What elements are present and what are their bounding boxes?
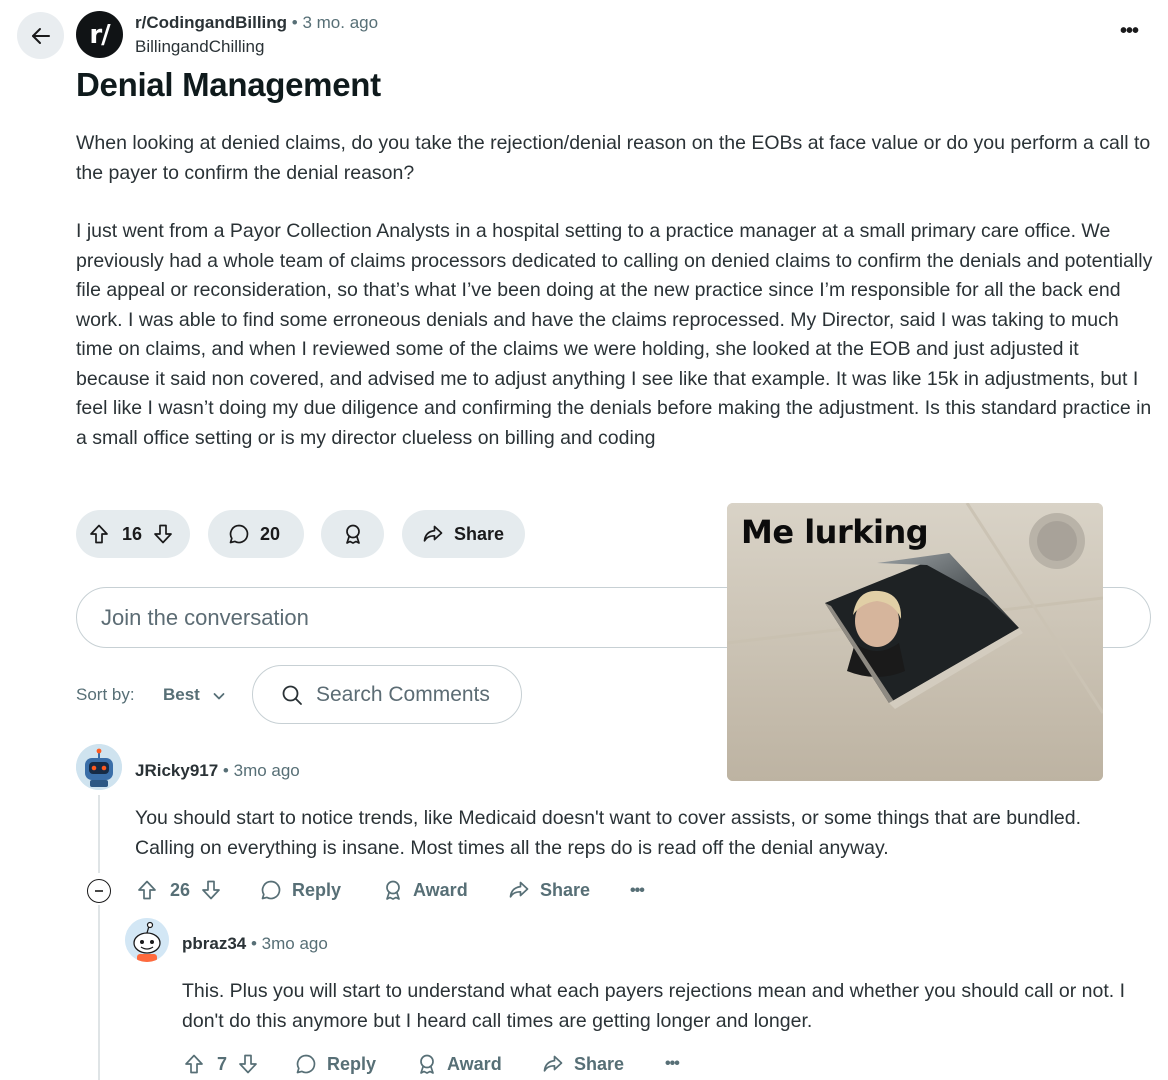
reply-label: Reply — [292, 879, 342, 900]
meme-image: Me lurking — [727, 503, 1103, 781]
comment-icon — [261, 880, 281, 900]
post-paragraph: I just went from a Payor Collection Anal… — [76, 220, 1153, 449]
meta-separator: • — [291, 13, 298, 32]
share-label: Share — [540, 879, 591, 900]
comment-time: 3mo ago — [233, 761, 300, 780]
avatar[interactable] — [125, 918, 169, 962]
comment-vote-group: 7 — [182, 1052, 260, 1076]
thread-line[interactable] — [98, 905, 100, 1080]
award-label: Award — [447, 1053, 502, 1074]
share-icon — [509, 881, 529, 898]
comment-vote-count: 7 — [217, 1053, 228, 1074]
more-icon[interactable]: ••• — [630, 882, 645, 900]
comment-author-name[interactable]: JRicky917 — [135, 761, 218, 780]
downvote-icon[interactable] — [236, 1052, 260, 1076]
reply-button[interactable]: Reply — [259, 878, 341, 902]
comment-body: You should start to notice trends, like … — [135, 807, 1082, 859]
meta-separator: • — [250, 934, 262, 953]
upvote-icon[interactable] — [182, 1052, 206, 1076]
reply-label: Reply — [327, 1053, 377, 1074]
sort-label: Sort by: — [76, 685, 135, 704]
post-paragraph: When looking at denied claims, do you ta… — [76, 132, 1151, 184]
award-icon — [386, 880, 400, 900]
sort-dropdown[interactable]: Best — [163, 685, 200, 705]
meme-caption: Me lurking — [741, 513, 929, 551]
share-button[interactable]: Share — [402, 510, 525, 558]
avatar[interactable] — [76, 744, 122, 790]
collapse-icon — [95, 890, 103, 892]
comment-time: 3mo ago — [261, 934, 328, 953]
search-icon — [282, 685, 302, 705]
share-icon — [423, 525, 443, 542]
comment-vote-count: 26 — [170, 879, 191, 900]
share-label: Share — [454, 523, 505, 544]
vote-count: 16 — [122, 523, 143, 544]
award-icon — [345, 524, 360, 544]
downvote-icon — [154, 524, 172, 544]
comment-body: This. Plus you will start to understand … — [182, 980, 1125, 1032]
reply-button[interactable]: Reply — [294, 1052, 376, 1076]
award-button[interactable]: Award — [381, 878, 468, 902]
comment-icon — [229, 524, 249, 544]
share-button[interactable]: Share — [507, 878, 590, 902]
meta-separator: • — [222, 761, 234, 780]
more-icon[interactable]: ••• — [665, 1055, 680, 1073]
comment-icon — [296, 1054, 316, 1074]
upvote-button[interactable] — [87, 522, 111, 546]
post-meta: r/CodingandBilling • 3 mo. ago — [135, 13, 378, 33]
share-label: Share — [574, 1053, 625, 1074]
join-placeholder: Join the conversation — [101, 604, 309, 630]
collapse-button[interactable] — [87, 879, 111, 903]
award-button[interactable] — [321, 510, 384, 558]
thread-line[interactable] — [98, 795, 100, 873]
upvote-icon — [90, 524, 108, 544]
more-icon[interactable]: ••• — [1120, 20, 1139, 43]
downvote-button[interactable] — [151, 522, 175, 546]
comment-author: JRicky917 • 3mo ago — [135, 761, 300, 781]
subreddit-icon[interactable]: r/ — [76, 11, 123, 58]
back-button[interactable] — [17, 12, 64, 59]
comment-vote-group: 26 — [135, 878, 223, 902]
search-placeholder: Search Comments — [316, 682, 490, 706]
upvote-icon[interactable] — [135, 878, 159, 902]
comments-button[interactable]: 20 — [208, 510, 304, 558]
award-label: Award — [413, 879, 468, 900]
comment-count: 20 — [260, 523, 281, 544]
post-time: 3 mo. ago — [302, 13, 379, 32]
chevron-down-icon[interactable] — [212, 689, 226, 703]
post-title: Denial Management — [76, 66, 381, 103]
search-comments-input[interactable]: Search Comments — [252, 665, 522, 724]
award-icon — [420, 1054, 434, 1074]
subreddit-link[interactable]: r/CodingandBilling — [135, 13, 287, 32]
post-author[interactable]: BillingandChilling — [135, 37, 264, 57]
downvote-icon[interactable] — [199, 878, 223, 902]
vote-pill: 16 — [76, 510, 190, 558]
share-icon — [543, 1055, 563, 1072]
comment-author: pbraz34 • 3mo ago — [182, 934, 328, 954]
share-button[interactable]: Share — [541, 1052, 624, 1076]
robot-avatar-icon — [76, 744, 122, 790]
comment-author-name[interactable]: pbraz34 — [182, 934, 246, 953]
post-body: When looking at denied claims, do you ta… — [76, 129, 1156, 482]
award-button[interactable]: Award — [415, 1052, 502, 1076]
back-arrow-icon — [31, 27, 50, 44]
snoo-avatar-icon — [125, 918, 169, 962]
